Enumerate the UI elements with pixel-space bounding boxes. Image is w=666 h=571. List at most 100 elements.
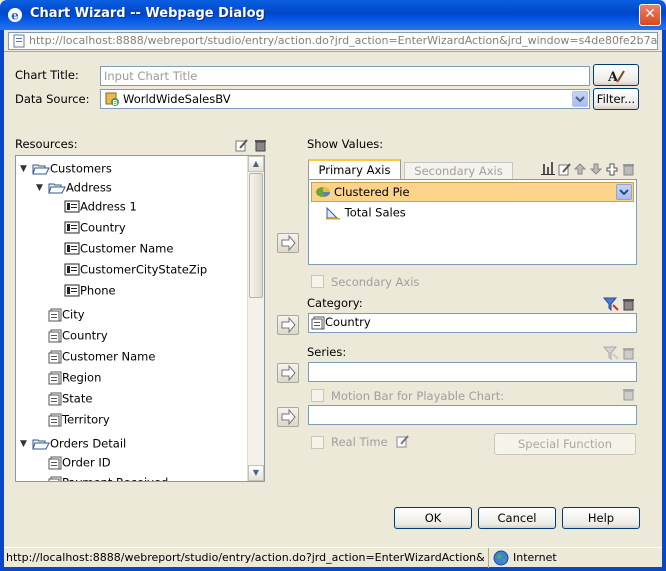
add-to-show-values-button[interactable] [277,233,299,253]
data-source-select[interactable]: B WorldWideSalesBV [100,89,590,109]
close-button[interactable]: ✕ [639,4,661,26]
secondary-axis-checkbox[interactable] [311,275,324,288]
tree-item-label: Payment Received [62,476,168,482]
expand-toggle[interactable]: ▼ [20,434,32,454]
arrow-right-icon [281,408,296,426]
tree-item[interactable]: Address 1 [64,196,137,216]
column-icon [48,412,62,426]
help-button[interactable]: Help [562,507,640,529]
special-function-button[interactable]: Special Function [494,433,636,455]
tree-item-label: CustomerCityStateZip [80,262,208,277]
delete-icon[interactable] [254,138,267,152]
field-icon [64,283,80,297]
svg-text:B: B [112,99,117,107]
tree-item[interactable]: ▼ Orders Detail [20,433,126,453]
edit-icon[interactable] [235,138,249,152]
chart-type-select[interactable]: Clustered Pie [311,182,634,202]
arrow-right-icon [281,234,296,252]
svg-text:e: e [11,9,19,23]
column-icon [48,455,62,469]
motion-bar-checkbox[interactable] [311,389,324,402]
expand-toggle[interactable]: ▼ [20,159,32,179]
move-up-icon[interactable] [574,162,586,176]
tree-item[interactable]: Phone [64,280,116,300]
tree-item[interactable]: Country [64,217,126,237]
series-label: Series: [307,345,347,359]
measure-item[interactable]: Total Sales [325,205,406,220]
tree-item-label: Country [62,328,108,343]
tree-item[interactable]: Payment Received [48,472,168,482]
tree-item[interactable]: Region [48,367,101,387]
font-format-icon: A [607,70,625,85]
folder-open-icon [32,436,50,450]
measure-icon [326,206,340,219]
font-format-button[interactable]: A [593,64,639,86]
motion-bar-label: Motion Bar for Playable Chart: [331,389,505,403]
category-field[interactable]: Country [308,313,637,333]
chevron-down-icon [575,96,585,103]
tree-item-label: Orders Detail [50,436,127,451]
scroll-thumb[interactable] [249,173,263,298]
category-delete-icon[interactable] [622,297,635,311]
series-delete-icon[interactable] [622,346,635,360]
add-to-motion-bar-button[interactable] [277,407,299,427]
data-source-dropdown-button[interactable] [572,91,588,107]
edit-measure-icon[interactable] [558,162,572,176]
resources-scrollbar[interactable]: ▲ ▼ [247,156,264,481]
column-icon [48,370,62,384]
real-time-checkbox[interactable] [311,436,324,449]
scroll-up-arrow[interactable]: ▲ [248,156,264,172]
series-field[interactable] [308,362,637,382]
move-down-icon[interactable] [590,162,602,176]
chart-title-input[interactable]: Input Chart Title [100,66,590,86]
field-icon [64,220,80,234]
series-filter-icon[interactable] [603,346,619,360]
business-view-icon: B [105,92,119,107]
tree-item[interactable]: Customer Name [64,238,173,258]
show-values-panel[interactable]: Clustered Pie Total Sales [308,179,637,265]
scroll-down-arrow[interactable]: ▼ [248,465,264,481]
tree-item-label: Address 1 [80,199,137,214]
tree-item[interactable]: Territory [48,409,110,429]
tree-item[interactable]: ▼ Customers [20,158,112,178]
tree-item-label: City [62,307,85,322]
add-to-category-button[interactable] [277,315,299,335]
tree-item[interactable]: State [48,388,92,408]
tree-item-label: Customers [50,161,112,176]
measure-label: Total Sales [344,205,406,220]
tree-item[interactable]: City [48,304,85,324]
tree-item[interactable]: Country [48,325,108,345]
tree-item[interactable]: Customer Name [48,346,155,366]
filter-button[interactable]: Filter... [593,88,639,110]
add-measure-icon[interactable] [540,160,556,176]
delete-measure-icon[interactable] [622,162,635,176]
filter-icon[interactable] [603,297,619,311]
tree-item[interactable]: ▼ Address [36,177,112,197]
tab-primary-axis[interactable]: Primary Axis [308,159,401,179]
chart-type-value: Clustered Pie [334,185,410,199]
column-icon [48,475,62,481]
expand-toggle[interactable]: ▼ [36,178,48,198]
tree-item[interactable]: CustomerCityStateZip [64,259,207,279]
chart-type-dropdown-button[interactable] [616,184,632,200]
show-values-label: Show Values: [307,137,384,151]
column-icon [311,316,325,330]
real-time-edit-icon[interactable] [396,434,410,448]
field-icon [64,241,80,255]
window-frame-right [662,30,666,571]
resources-label: Resources: [15,137,78,151]
add-icon[interactable] [606,162,618,176]
ok-button[interactable]: OK [394,507,472,529]
title-bar[interactable]: e Chart Wizard -- Webpage Dialog ✕ [0,0,666,30]
add-to-series-button[interactable] [277,363,299,383]
ie-icon: e [8,8,22,23]
chevron-down-icon [619,189,629,196]
resources-tree[interactable]: ▼ Customers ▼ Address Address 1 Country Custom… [15,155,265,482]
cancel-button[interactable]: Cancel [478,507,556,529]
tree-item[interactable]: Order ID [48,452,111,472]
column-icon [48,391,62,405]
tree-item-label: Customer Name [80,241,174,256]
motion-bar-delete-icon[interactable] [622,387,635,401]
motion-bar-field[interactable] [308,405,637,425]
tree-item-label: State [62,391,93,406]
